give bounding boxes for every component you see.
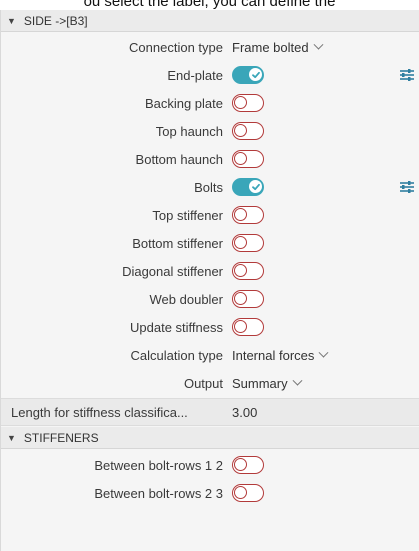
properties-panel: ▼ SIDE ->[B3] Connection type Frame bolt… xyxy=(0,10,419,551)
backing-plate-toggle[interactable] xyxy=(232,94,264,112)
row-end-plate: End-plate xyxy=(1,61,419,89)
sliders-icon[interactable] xyxy=(399,180,415,194)
row-between-bolt-rows-1-2: Between bolt-rows 1 2 xyxy=(1,451,419,479)
row-backing-plate: Backing plate xyxy=(1,89,419,117)
chevron-down-icon xyxy=(318,347,329,358)
end-plate-toggle[interactable] xyxy=(232,66,264,84)
section-title-stiffeners: STIFFENERS xyxy=(23,430,99,445)
web-doubler-toggle[interactable] xyxy=(232,290,264,308)
row-bottom-haunch: Bottom haunch xyxy=(1,145,419,173)
bottom-haunch-toggle[interactable] xyxy=(232,150,264,168)
row-bolts: Bolts xyxy=(1,173,419,201)
calculation-type-value: Internal forces xyxy=(232,347,315,363)
between-bolt-rows-1-2-toggle[interactable] xyxy=(232,456,264,474)
row-connection-type: Connection type Frame bolted xyxy=(1,33,419,61)
update-stiffness-toggle[interactable] xyxy=(232,318,264,336)
sliders-icon[interactable] xyxy=(399,68,415,82)
background-caption-text: ou select the label, you can define the xyxy=(83,0,336,10)
bolts-toggle[interactable] xyxy=(232,178,264,196)
row-web-doubler: Web doubler xyxy=(1,285,419,313)
section-title-side: SIDE ->[B3] xyxy=(23,13,88,28)
update-stiffness-label: Update stiffness xyxy=(130,319,223,335)
check-icon xyxy=(249,68,262,81)
row-length-stiffness: Length for stiffness classifica... 3.00 xyxy=(1,398,419,426)
connection-type-value: Frame bolted xyxy=(232,39,309,55)
between-bolt-rows-label: Between bolt-rows 2 3 xyxy=(94,485,223,501)
top-haunch-toggle[interactable] xyxy=(232,122,264,140)
end-plate-label: End-plate xyxy=(167,67,223,83)
diagonal-stiffener-toggle[interactable] xyxy=(232,262,264,280)
row-between-bolt-rows-2-3: Between bolt-rows 2 3 xyxy=(1,479,419,507)
top-haunch-label: Top haunch xyxy=(155,123,223,139)
row-top-stiffener: Top stiffener xyxy=(1,201,419,229)
check-icon xyxy=(249,180,262,193)
bottom-stiffener-label: Bottom stiffener xyxy=(132,235,223,251)
between-bolt-rows-2-3-toggle[interactable] xyxy=(232,484,264,502)
web-doubler-label: Web doubler xyxy=(149,291,223,307)
row-top-haunch: Top haunch xyxy=(1,117,419,145)
calculation-type-dropdown[interactable]: Internal forces xyxy=(232,347,329,363)
length-stiffness-label: Length for stiffness classifica... xyxy=(11,404,188,420)
section-header-side[interactable]: ▼ SIDE ->[B3] xyxy=(1,10,419,32)
top-stiffener-toggle[interactable] xyxy=(232,206,264,224)
top-stiffener-label: Top stiffener xyxy=(152,207,223,223)
diagonal-stiffener-label: Diagonal stiffener xyxy=(122,263,223,279)
row-update-stiffness: Update stiffness xyxy=(1,313,419,341)
between-bolt-rows-label: Between bolt-rows 1 2 xyxy=(94,457,223,473)
section-header-stiffeners[interactable]: ▼ STIFFENERS xyxy=(1,427,419,449)
row-bottom-stiffener: Bottom stiffener xyxy=(1,229,419,257)
output-dropdown[interactable]: Summary xyxy=(232,375,303,391)
chevron-down-icon xyxy=(313,39,324,50)
collapse-triangle-icon[interactable]: ▼ xyxy=(7,16,16,26)
connection-type-label: Connection type xyxy=(129,39,223,55)
row-output: Output Summary xyxy=(1,369,419,397)
backing-plate-label: Backing plate xyxy=(144,95,223,111)
collapse-triangle-icon[interactable]: ▼ xyxy=(7,433,16,443)
row-diagonal-stiffener: Diagonal stiffener xyxy=(1,257,419,285)
bottom-stiffener-toggle[interactable] xyxy=(232,234,264,252)
output-value: Summary xyxy=(232,375,288,391)
connection-type-dropdown[interactable]: Frame bolted xyxy=(232,39,324,55)
output-label: Output xyxy=(183,375,223,391)
length-stiffness-input[interactable]: 3.00 xyxy=(232,405,257,420)
bottom-haunch-label: Bottom haunch xyxy=(135,151,223,167)
row-calculation-type: Calculation type Internal forces xyxy=(1,341,419,369)
chevron-down-icon xyxy=(292,375,303,386)
bolts-label: Bolts xyxy=(194,179,223,195)
calculation-type-label: Calculation type xyxy=(130,347,224,363)
